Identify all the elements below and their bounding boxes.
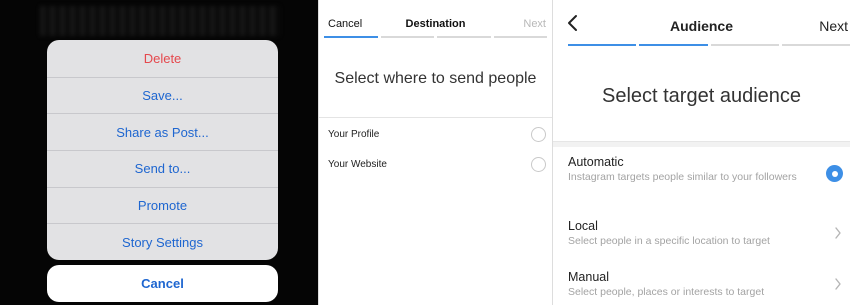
promote-button[interactable]: Promote [47,186,278,224]
page-title: Audience [669,18,733,34]
story-action-sheet-screen: Delete Save... Share as Post... Send to.… [0,0,318,305]
progress-segment [437,36,491,38]
story-settings-button[interactable]: Story Settings [47,223,278,260]
next-link[interactable]: Next [819,18,848,34]
audience-screen: Audience Next Select target audience Aut… [552,0,850,305]
step-progress [568,44,850,46]
radio-unselected-icon[interactable] [531,126,546,142]
progress-segment [710,44,779,46]
audience-prompt: Select target audience [601,85,802,107]
destination-screen: Cancel Destination Next Select where to … [318,0,552,305]
chevron-right-icon [835,278,841,290]
progress-segment [781,44,850,46]
option-automatic[interactable]: Automatic Instagram targets people simil… [568,155,846,183]
option-local[interactable]: Local Select people in a specific locati… [568,219,846,247]
progress-segment [380,36,434,38]
option-label: Your Profile [328,128,380,140]
page-title: Destination [405,18,466,30]
chevron-right-icon [835,227,841,239]
option-description: Select people, places or interests to ta… [568,286,765,298]
delete-button[interactable]: Delete [47,40,278,77]
nav-header: Audience Next [553,0,850,50]
next-link-disabled[interactable]: Next [523,18,546,30]
save-button[interactable]: Save... [47,76,278,114]
option-title: Automatic [568,155,624,169]
nav-header: Cancel Destination Next [319,0,552,38]
blurred-background [40,6,280,36]
progress-segment [639,44,708,46]
section-divider [553,141,850,147]
option-your-website[interactable]: Your Website [328,154,546,174]
option-title: Manual [568,270,609,284]
step-progress [324,36,547,38]
progress-segment [493,36,547,38]
option-title: Local [568,219,598,233]
option-label: Your Website [328,158,387,170]
option-your-profile[interactable]: Your Profile [328,124,546,144]
radio-selected-icon[interactable] [826,165,843,182]
share-as-post-button[interactable]: Share as Post... [47,113,278,150]
progress-segment [324,36,378,38]
radio-unselected-icon[interactable] [531,156,546,172]
cancel-button[interactable]: Cancel [47,265,278,302]
option-description: Select people in a specific location to … [568,235,770,247]
progress-segment [568,44,637,46]
option-manual[interactable]: Manual Select people, places or interest… [568,270,846,298]
option-description: Instagram targets people similar to your… [568,171,797,183]
destination-prompt: Select where to send people [334,70,537,87]
send-to-button[interactable]: Send to... [47,149,278,187]
divider [319,117,552,118]
action-sheet: Delete Save... Share as Post... Send to.… [47,40,278,260]
